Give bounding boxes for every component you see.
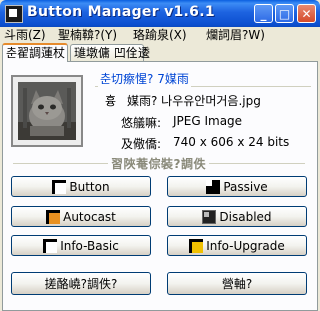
dimensions-label: 及儆僑: (121, 137, 162, 151)
minimize-button[interactable]: _ (254, 4, 273, 23)
disabled-frame-button[interactable]: Disabled (167, 206, 307, 227)
title-bar[interactable]: Button Manager v1.6.1 _ □ ✕ (0, 0, 320, 27)
disabled-frame-icon (202, 209, 217, 224)
passive-frame-icon (206, 179, 221, 194)
disabled-frame-label: Disabled (219, 209, 272, 224)
file-info-caption: 춘切瘵惺? 7媒雨 (98, 70, 191, 87)
info-basic-frame-label: Info-Basic (60, 238, 119, 253)
menu-item-help[interactable]: 爛詞眉?W) (206, 27, 265, 44)
autocast-frame-label: Autocast (63, 209, 116, 224)
image-preview-frame (11, 75, 83, 147)
button-frame-button[interactable]: Button (11, 176, 151, 197)
menu-item-file[interactable]: 斗雨(Z) (4, 27, 46, 44)
menu-item-edit[interactable]: 聖楠鞥?(Y) (58, 27, 117, 44)
tab-settings[interactable]: 璡墩傭 凹佺逶 (70, 44, 150, 61)
maximize-button[interactable]: □ (275, 4, 294, 23)
autocast-frame-button[interactable]: Autocast (11, 206, 151, 227)
info-basic-frame-icon (43, 238, 58, 253)
dimensions-value: 740 x 606 x 24 bits (173, 135, 290, 149)
button-frame-label: Button (69, 179, 110, 194)
autocast-frame-icon (46, 209, 61, 224)
filename-label: 흉 (105, 94, 117, 108)
format-label: 悠艤嘛: (121, 116, 162, 130)
tab-panel: 춘切瘵惺? 7媒雨 흉 媒雨? 나우유안머거음.jpg 悠艤嘛: JPEG Im… (2, 61, 318, 311)
passive-frame-label: Passive (223, 179, 268, 194)
format-value: JPEG Image (173, 114, 243, 128)
menu-item-view[interactable]: 珞踰泉(X) (133, 27, 187, 44)
app-icon (5, 5, 23, 23)
filename-value: 媒雨? 나우유안머거음.jpg (127, 94, 261, 108)
save-frame-button[interactable]: 搓酪嶢?調佚? (11, 272, 151, 295)
button-frame-icon (52, 179, 67, 194)
info-basic-frame-button[interactable]: Info-Basic (11, 235, 151, 256)
window-title: Button Manager v1.6.1 (27, 4, 215, 20)
info-upgrade-frame-label: Info-Upgrade (206, 238, 285, 253)
exit-button[interactable]: 營軸? (167, 272, 307, 295)
info-upgrade-frame-button[interactable]: Info-Upgrade (167, 235, 307, 256)
exit-label: 營軸? (221, 277, 253, 291)
file-info-group: 춘切瘵惺? 7媒雨 흉 媒雨? 나우유안머거음.jpg 悠艤嘛: JPEG Im… (95, 70, 313, 152)
info-upgrade-frame-icon (189, 238, 204, 253)
close-button[interactable]: ✕ (297, 4, 316, 23)
menu-bar: 斗雨(Z) 聖楠鞥?(Y) 珞踰泉(X) 爛詞眉?W) (0, 27, 320, 44)
tab-strip: 춘翟調蓮杖 璡墩傭 凹佺逶 (0, 43, 320, 62)
save-frame-label: 搓酪嶢?調佚? (44, 277, 118, 291)
cat-picture-icon (18, 82, 76, 140)
section-caption: 習陜菴倧裝?調佚 (108, 155, 209, 172)
image-preview (18, 82, 76, 140)
passive-frame-button[interactable]: Passive (167, 176, 307, 197)
tab-button-editor[interactable]: 춘翟調蓮杖 (2, 43, 68, 62)
